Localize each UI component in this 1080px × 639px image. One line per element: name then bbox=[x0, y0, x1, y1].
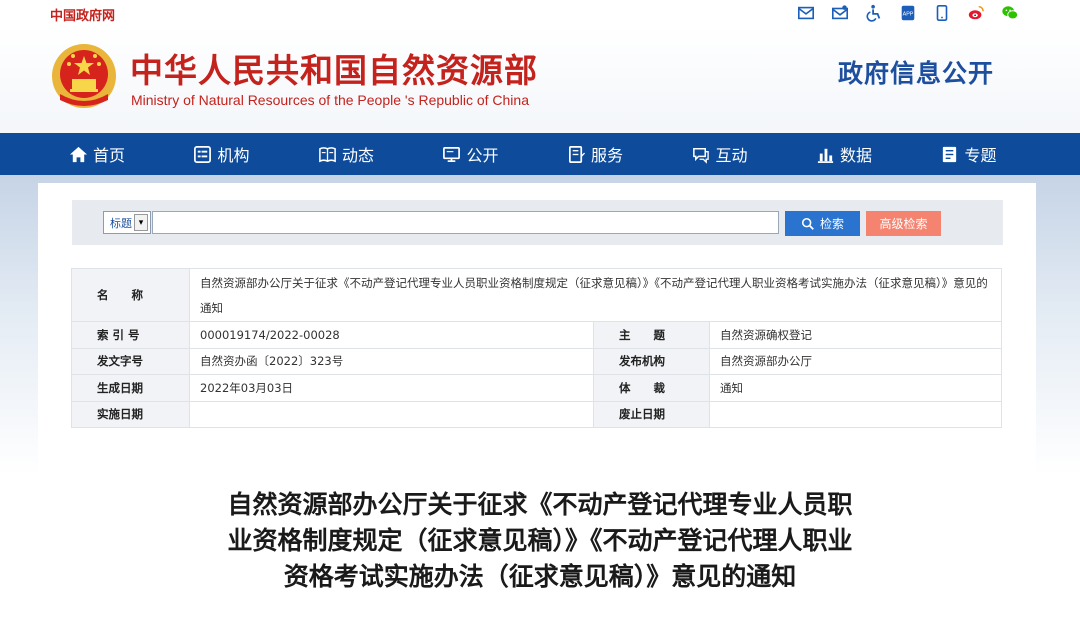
wechat-icon[interactable] bbox=[1000, 4, 1020, 22]
site-header: 中华人民共和国自然资源部 Ministry of Natural Resourc… bbox=[0, 26, 1080, 133]
index-label: 索 引 号 bbox=[71, 321, 190, 349]
docno-value: 自然资办函〔2022〕323号 bbox=[189, 347, 594, 375]
app-icon-label: APP bbox=[903, 12, 914, 18]
data-icon bbox=[815, 144, 835, 164]
subject-value: 自然资源确权登记 bbox=[709, 321, 1002, 349]
nav-item-news[interactable]: 动态 bbox=[317, 133, 442, 175]
topic-icon bbox=[940, 144, 960, 164]
genre-label: 体 裁 bbox=[593, 374, 710, 402]
nav-item-institution[interactable]: 机构 bbox=[193, 133, 318, 175]
name-label: 名 称 bbox=[71, 268, 190, 322]
search-scope-select[interactable]: 标题 ▾ bbox=[103, 211, 151, 234]
news-icon bbox=[317, 144, 337, 164]
article-title: 自然资源部办公厅关于征求《不动产登记代理专业人员职业资格制度规定（征求意见稿）》… bbox=[227, 490, 853, 591]
nav-label: 机构 bbox=[217, 146, 250, 165]
table-row: 名 称 自然资源部办公厅关于征求《不动产登记代理专业人员职业资格制度规定（征求意… bbox=[71, 268, 1002, 322]
nav-item-disclosure[interactable]: 公开 bbox=[442, 133, 567, 175]
institution-icon bbox=[193, 144, 213, 164]
top-utility-bar: 中国政府网 APP bbox=[0, 0, 1080, 26]
genre-value: 通知 bbox=[709, 374, 1002, 402]
document-metadata-table: 名 称 自然资源部办公厅关于征求《不动产登记代理专业人员职业资格制度规定（征求意… bbox=[71, 268, 1002, 428]
site-subtitle: Ministry of Natural Resources of the Peo… bbox=[131, 92, 529, 108]
weibo-icon[interactable] bbox=[966, 4, 986, 22]
search-button-label: 检索 bbox=[819, 217, 844, 231]
nav-label: 专题 bbox=[964, 146, 997, 165]
table-row: 实施日期 废止日期 bbox=[71, 400, 1002, 428]
subject-label: 主 题 bbox=[593, 321, 710, 349]
main-nav: 首页 机构 动态 公开 服务 互动 数据 专题 bbox=[0, 133, 1080, 175]
expiry-date-value bbox=[709, 400, 1002, 428]
issuer-label: 发布机构 bbox=[593, 347, 710, 375]
date-label: 生成日期 bbox=[71, 374, 190, 402]
app-icon[interactable]: APP bbox=[898, 4, 918, 22]
national-emblem-logo[interactable] bbox=[50, 42, 118, 110]
effective-date-value bbox=[189, 400, 594, 428]
top-icon-group: APP bbox=[796, 4, 1020, 22]
advanced-search-button[interactable]: 高级检索 bbox=[866, 211, 941, 236]
chevron-down-icon[interactable]: ▾ bbox=[134, 214, 148, 231]
accessibility-icon[interactable] bbox=[864, 4, 884, 22]
service-icon bbox=[566, 144, 586, 164]
date-value: 2022年03月03日 bbox=[189, 374, 594, 402]
mail-icon[interactable] bbox=[796, 4, 816, 22]
table-row: 生成日期 2022年03月03日 体 裁 通知 bbox=[71, 374, 1002, 402]
nav-label: 首页 bbox=[93, 146, 126, 165]
mailbox-icon[interactable] bbox=[830, 4, 850, 22]
nav-item-service[interactable]: 服务 bbox=[566, 133, 691, 175]
docno-label: 发文字号 bbox=[71, 347, 190, 375]
search-button[interactable]: 检索 bbox=[785, 211, 860, 236]
search-input[interactable] bbox=[152, 211, 779, 234]
section-title: 政府信息公开 bbox=[837, 59, 994, 88]
name-value: 自然资源部办公厅关于征求《不动产登记代理专业人员职业资格制度规定（征求意见稿）》… bbox=[189, 268, 1002, 322]
nav-item-home[interactable]: 首页 bbox=[68, 133, 193, 175]
disclosure-icon bbox=[442, 144, 462, 164]
nav-item-topic[interactable]: 专题 bbox=[940, 133, 1065, 175]
expiry-date-label: 废止日期 bbox=[593, 400, 710, 428]
table-row: 索 引 号 000019174/2022-00028 主 题 自然资源确权登记 bbox=[71, 321, 1002, 349]
index-value: 000019174/2022-00028 bbox=[189, 321, 594, 349]
effective-date-label: 实施日期 bbox=[71, 400, 190, 428]
search-scope-value: 标题 bbox=[110, 216, 132, 230]
nav-item-interaction[interactable]: 互动 bbox=[691, 133, 816, 175]
nav-label: 动态 bbox=[342, 146, 375, 165]
issuer-value: 自然资源部办公厅 bbox=[709, 347, 1002, 375]
nav-label: 服务 bbox=[591, 146, 624, 165]
search-icon bbox=[801, 217, 814, 230]
nav-label: 互动 bbox=[715, 146, 748, 165]
site-title: 中华人民共和国自然资源部 bbox=[130, 51, 538, 90]
nav-label: 数据 bbox=[840, 146, 873, 165]
interaction-icon bbox=[691, 144, 711, 164]
mobile-icon[interactable] bbox=[932, 4, 952, 22]
home-icon bbox=[68, 144, 88, 164]
table-row: 发文字号 自然资办函〔2022〕323号 发布机构 自然资源部办公厅 bbox=[71, 347, 1002, 375]
nav-label: 公开 bbox=[466, 146, 499, 165]
nav-item-data[interactable]: 数据 bbox=[815, 133, 940, 175]
gov-portal-link[interactable]: 中国政府网 bbox=[50, 5, 115, 24]
